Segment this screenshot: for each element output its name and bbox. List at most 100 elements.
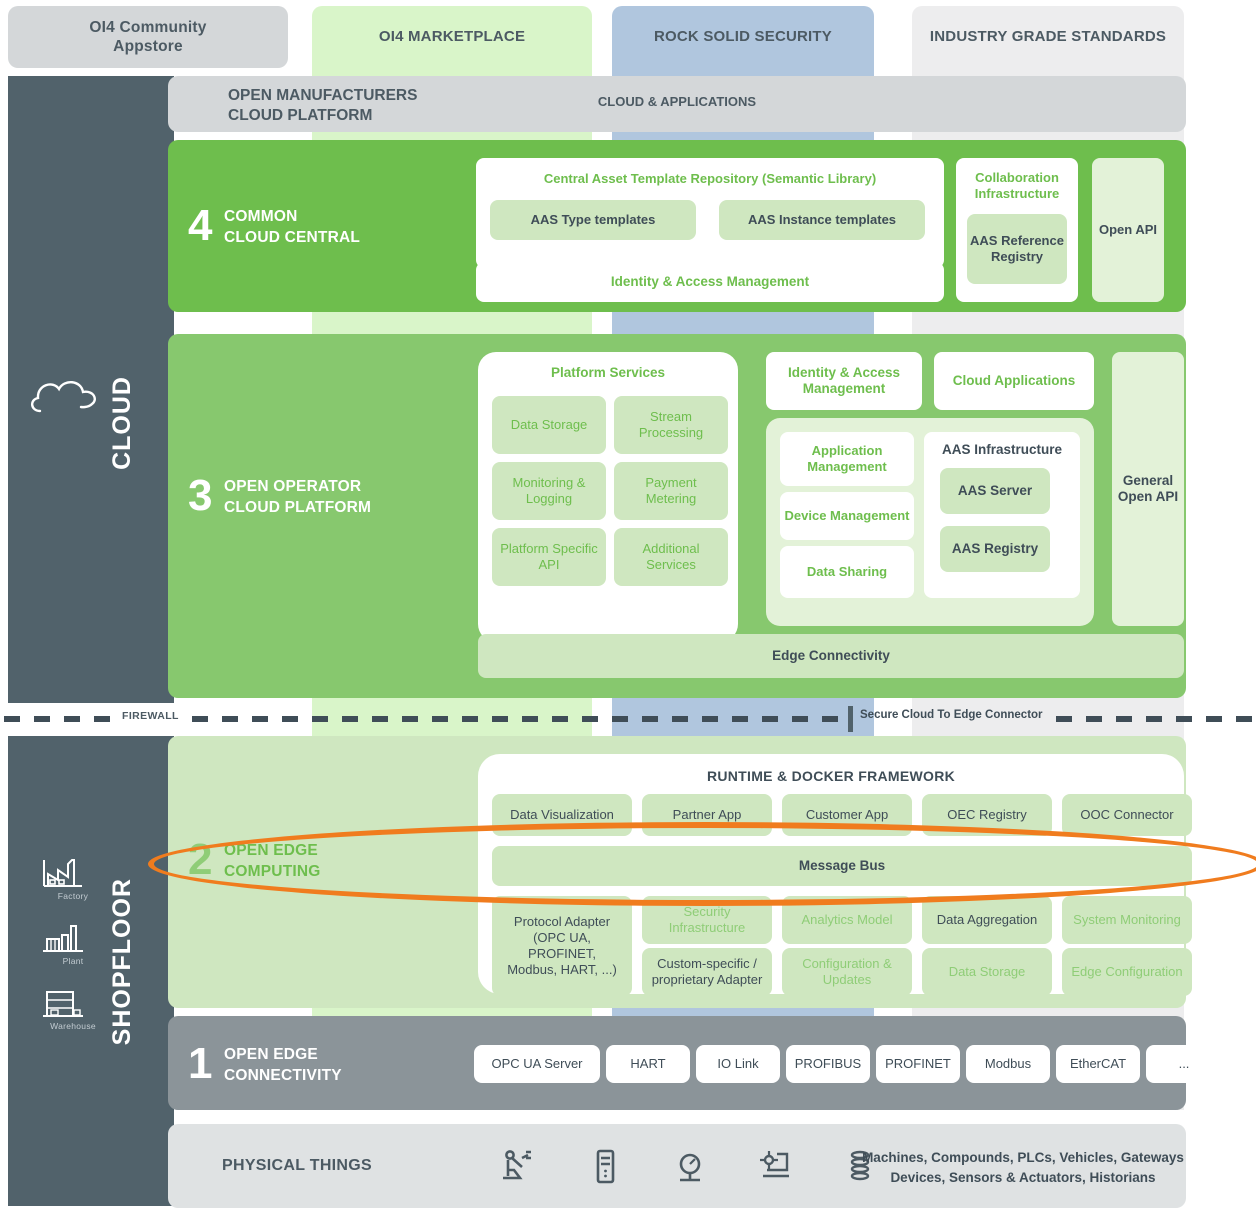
- firewall-dash-center: [192, 716, 842, 722]
- application-management-card[interactable]: Application Management: [780, 432, 914, 486]
- service-card-data-storage[interactable]: Data Storage: [922, 948, 1052, 996]
- layer-1-title: OPEN EDGE CONNECTIVITY: [224, 1046, 342, 1084]
- platform-service-platform-specific-api[interactable]: Platform Specific API: [492, 528, 606, 586]
- theme-column-marketplace-label: OI4 MARKETPLACE: [378, 27, 526, 45]
- data-sharing-card[interactable]: Data Sharing: [780, 546, 914, 598]
- aas-instance-templates-card[interactable]: AAS Instance templates: [719, 200, 925, 240]
- factory-icon: [43, 859, 82, 887]
- platform-service-additional-services[interactable]: Additional Services: [614, 528, 728, 586]
- layer-2-open-edge-computing: 2 OPEN EDGE COMPUTING RUNTIME & DOCKER FR…: [168, 736, 1192, 1008]
- warehouse-icon-label: Warehouse: [50, 1021, 96, 1031]
- service-card-analytics-model[interactable]: Analytics Model: [782, 896, 912, 944]
- warehouse-icon: [43, 991, 83, 1017]
- protocol-card-modbus[interactable]: Modbus: [966, 1045, 1050, 1083]
- protocol-card-profinet[interactable]: PROFINET: [876, 1045, 960, 1083]
- service-card-system-monitoring[interactable]: System Monitoring: [1062, 896, 1192, 944]
- aas-reference-registry-card[interactable]: AAS Reference Registry: [967, 214, 1067, 284]
- cloud-rail: CLOUD: [8, 76, 174, 703]
- platform-service-data-storage[interactable]: Data Storage: [492, 396, 606, 454]
- platform-service-stream-processing[interactable]: Stream Processing: [614, 396, 728, 454]
- machine-tool-icon: [760, 1151, 789, 1178]
- protocol-adapter-card[interactable]: Protocol Adapter (OPC UA, PROFINET, Modbus,…: [492, 896, 632, 996]
- platform-services-title: Platform Services: [550, 365, 666, 380]
- platform-service-payment-metering[interactable]: Payment Metering: [614, 462, 728, 520]
- factory-icon-label: Factory: [57, 891, 89, 901]
- runtime-docker-framework-title: RUNTIME & DOCKER FRAMEWORK: [706, 768, 956, 784]
- general-open-api-card[interactable]: General Open API: [1112, 352, 1184, 626]
- aas-infrastructure-card: AAS Infrastructure AAS Server AAS Regist…: [924, 432, 1080, 598]
- protocol-card-profibus[interactable]: PROFIBUS: [786, 1045, 870, 1083]
- app-card-partner-app[interactable]: Partner App: [642, 794, 772, 836]
- firewall-dash-right: [1056, 716, 1252, 722]
- app-card-data-visualization[interactable]: Data Visualization: [492, 794, 632, 836]
- layer-4-title: COMMON CLOUD CENTRAL: [224, 208, 361, 246]
- cloud-applications-band: OPEN MANUFACTURERS CLOUD PLATFORM CLOUD &…: [168, 76, 1186, 132]
- device-management-card[interactable]: Device Management: [780, 492, 914, 540]
- secure-cloud-to-edge-connector-label: Secure Cloud To Edge Connector: [860, 709, 1043, 721]
- aas-server-card[interactable]: AAS Server: [940, 468, 1050, 514]
- service-card-custom-proprietary-adapter[interactable]: Custom-specific / proprietary Adapter: [642, 948, 772, 996]
- warehouse-icon-group: Warehouse: [38, 986, 108, 1031]
- architecture-diagram: OI4 Community Appstore OI4 MARKETPLACE RO…: [0, 0, 1256, 1215]
- cloud-icon: [26, 371, 106, 419]
- firewall-dash-left: [4, 716, 116, 722]
- platform-services-card: Platform Services Data Storage Stream Pro…: [478, 352, 738, 642]
- central-asset-template-repository-title: Central Asset Template Repository (Seman…: [543, 171, 877, 186]
- theme-column-standards-label: INDUSTRY GRADE STANDARDS: [929, 27, 1167, 45]
- collaboration-infrastructure-title: Collaboration Infrastructure: [974, 170, 1060, 202]
- theme-column-appstore: OI4 Community Appstore: [8, 6, 288, 68]
- service-card-security-infrastructure[interactable]: Security Infrastructure: [642, 896, 772, 944]
- robot-arm-icon: [503, 1150, 531, 1180]
- layer-1-open-edge-connectivity: 1 OPEN EDGE CONNECTIVITY OPC UA Server HA…: [168, 1016, 1222, 1110]
- central-asset-template-repository: Central Asset Template Repository (Seman…: [476, 158, 944, 268]
- plant-icon-group: Plant: [38, 921, 108, 966]
- protocol-card-more[interactable]: ...: [1146, 1045, 1222, 1083]
- sensor-gauge-icon: [679, 1153, 701, 1182]
- service-card-edge-configuration[interactable]: Edge Configuration: [1062, 948, 1192, 996]
- protocol-card-opc-ua-server[interactable]: OPC UA Server: [474, 1045, 600, 1083]
- firewall-row: FIREWALL Secure Cloud To Edge Connector: [0, 706, 1256, 732]
- theme-column-security-label: ROCK SOLID SECURITY: [654, 27, 832, 45]
- server-cabinet-icon: [596, 1149, 615, 1184]
- physical-things-description: Machines, Compounds, PLCs, Vehicles, Gat…: [862, 1150, 1184, 1185]
- edge-connectivity-card[interactable]: Edge Connectivity: [478, 634, 1184, 678]
- layer-3-number: 3: [188, 471, 213, 520]
- aas-type-templates-card[interactable]: AAS Type templates: [490, 200, 696, 240]
- shopfloor-rail: Factory Plant Warehouse SHOPFLOOR: [8, 736, 174, 1206]
- management-aas-group: Application Management Device Management …: [766, 418, 1094, 626]
- service-card-data-aggregation[interactable]: Data Aggregation: [922, 896, 1052, 944]
- service-card-configuration-updates[interactable]: Configuration & Updates: [782, 948, 912, 996]
- layer-4-number: 4: [188, 201, 213, 250]
- app-card-customer-app[interactable]: Customer App: [782, 794, 912, 836]
- physical-things-band: PHYSICAL THINGS Machines, Compounds, PLC…: [168, 1124, 1186, 1208]
- platform-service-monitoring-logging[interactable]: Monitoring & Logging: [492, 462, 606, 520]
- aas-registry-card[interactable]: AAS Registry: [940, 526, 1050, 572]
- identity-access-management-card-l4[interactable]: Identity & Access Management: [476, 262, 944, 302]
- app-card-oec-registry[interactable]: OEC Registry: [922, 794, 1052, 836]
- protocol-card-io-link[interactable]: IO Link: [696, 1045, 780, 1083]
- open-api-card[interactable]: Open API: [1092, 158, 1164, 302]
- theme-column-appstore-label: OI4 Community Appstore: [89, 18, 207, 55]
- protocol-card-ethercat[interactable]: EtherCAT: [1056, 1045, 1140, 1083]
- physical-things-icon-row: [500, 1146, 880, 1186]
- layer-1-number: 1: [188, 1039, 213, 1088]
- message-bus-card[interactable]: Message Bus: [492, 846, 1192, 886]
- identity-access-management-card-l3[interactable]: Identity & Access Management: [766, 352, 922, 410]
- layer-3-title: OPEN OPERATOR CLOUD PLATFORM: [224, 478, 372, 516]
- layer-4-common-cloud-central: 4 COMMON CLOUD CENTRAL Central Asset Temp…: [168, 140, 1186, 312]
- cloud-rail-label: CLOUD: [108, 376, 136, 470]
- protocol-card-hart[interactable]: HART: [606, 1045, 690, 1083]
- secure-connector-bar: [848, 706, 853, 732]
- aas-infrastructure-title: AAS Infrastructure: [941, 442, 1063, 457]
- plant-icon: [43, 925, 83, 952]
- app-card-ooc-connector[interactable]: OOC Connector: [1062, 794, 1192, 836]
- collaboration-infrastructure-card: Collaboration Infrastructure AAS Referenc…: [956, 158, 1078, 302]
- runtime-docker-framework-card: RUNTIME & DOCKER FRAMEWORK Data Visualiz…: [478, 754, 1192, 996]
- cloud-applications-card[interactable]: Cloud Applications: [934, 352, 1094, 410]
- shopfloor-icon-list: Factory Plant Warehouse: [38, 856, 108, 1051]
- layer-3-open-operator-cloud-platform: 3 OPEN OPERATOR CLOUD PLATFORM Platform S…: [168, 334, 1186, 698]
- shopfloor-rail-label: SHOPFLOOR: [108, 878, 136, 1046]
- plant-icon-label: Plant: [62, 956, 84, 966]
- layer-2-title: OPEN EDGE COMPUTING: [224, 842, 321, 880]
- firewall-label: FIREWALL: [122, 710, 179, 722]
